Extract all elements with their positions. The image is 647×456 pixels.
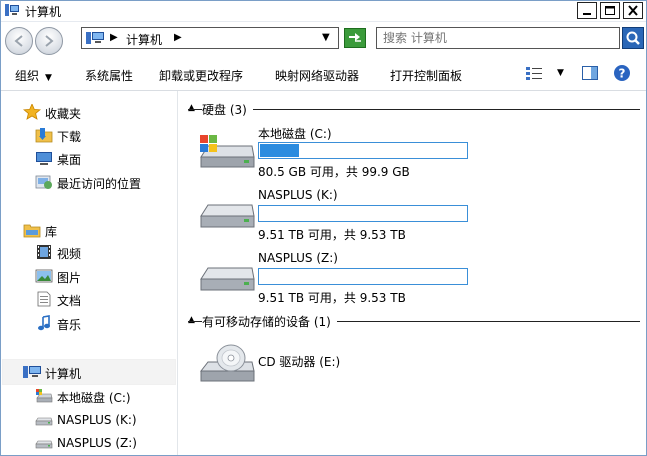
- organize-menu[interactable]: 组织 ▼: [15, 67, 52, 84]
- search-box[interactable]: [376, 27, 620, 49]
- computer-icon: [23, 366, 41, 378]
- drive-item-cd[interactable]: CD 驱动器 (E:): [198, 339, 498, 395]
- help-button[interactable]: ?: [613, 64, 631, 85]
- nav-label: 本地磁盘 (C:): [57, 391, 131, 405]
- uninstall-program-button[interactable]: 卸载或更改程序: [159, 67, 243, 84]
- system-properties-button[interactable]: 系统属性: [85, 67, 133, 84]
- arrow-right-icon: [45, 35, 54, 47]
- address-row: ▶ 计算机 ▶ ▼: [1, 22, 646, 58]
- view-options-button[interactable]: [525, 65, 543, 84]
- close-icon: [628, 5, 638, 16]
- navigation-pane: 收藏夹 下载 桌面 最近访问的位置 库 视频 图片 文档 音乐 计算机 本地磁盘…: [1, 91, 178, 455]
- content-pane: ▲ 硬盘 (3) 本地磁盘 (C:) 80.5 GB 可用，共 99.9 GB: [178, 91, 646, 455]
- group-title: 有可移动存储的设备 (1): [202, 313, 337, 330]
- drive-space-info: 9.51 TB 可用，共 9.53 TB: [258, 291, 406, 305]
- preview-pane-button[interactable]: [581, 65, 599, 84]
- network-drive-icon: [35, 440, 53, 449]
- nav-label: NASPLUS (K:): [57, 413, 137, 427]
- computer-icon: [86, 32, 104, 44]
- network-drive-icon: [200, 204, 255, 228]
- cd-drive-icon: [199, 344, 255, 382]
- window-title: 计算机: [25, 5, 62, 19]
- help-icon: ?: [614, 65, 630, 81]
- view-options-dropdown[interactable]: ▼: [557, 68, 564, 78]
- network-drive-icon: [35, 417, 53, 426]
- search-icon: [626, 31, 640, 45]
- address-history-dropdown[interactable]: ▼: [322, 32, 330, 43]
- drive-item-c[interactable]: 本地磁盘 (C:) 80.5 GB 可用，共 99.9 GB: [198, 125, 498, 181]
- map-network-drive-button[interactable]: 映射网络驱动器: [275, 67, 359, 84]
- drive-name: 本地磁盘 (C:): [258, 127, 332, 141]
- forward-button[interactable]: [35, 27, 63, 55]
- search-input[interactable]: [383, 30, 613, 46]
- video-icon: [37, 245, 51, 259]
- maximize-button[interactable]: [600, 2, 620, 19]
- nav-label: 视频: [57, 247, 82, 261]
- collapse-caret-icon[interactable]: ▲: [188, 315, 195, 325]
- refresh-button[interactable]: [344, 28, 366, 48]
- music-note-icon: [38, 315, 50, 331]
- view-list-icon: [526, 67, 542, 80]
- desktop-icon: [36, 152, 52, 165]
- chevron-down-icon: ▼: [45, 73, 52, 83]
- library-folder-icon: [23, 224, 41, 238]
- drive-item-k[interactable]: NASPLUS (K:) 9.51 TB 可用，共 9.53 TB: [198, 188, 498, 244]
- open-control-panel-button[interactable]: 打开控制面板: [390, 67, 462, 84]
- usage-fill: [260, 144, 299, 157]
- group-header-hard-disks[interactable]: ▲ 硬盘 (3): [188, 101, 640, 118]
- drive-item-z[interactable]: NASPLUS (Z:) 9.51 TB 可用，共 9.53 TB: [198, 251, 498, 307]
- drive-usage-bar: [258, 268, 468, 285]
- star-icon: [23, 104, 41, 120]
- group-divider: [188, 109, 640, 110]
- system-drive-icon: [200, 135, 255, 168]
- recent-places-icon: [35, 175, 52, 189]
- nav-label: 音乐: [57, 318, 82, 332]
- command-bar: 组织 ▼ 系统属性 卸载或更改程序 映射网络驱动器 打开控制面板 ▼ ?: [1, 59, 646, 91]
- group-title: 硬盘 (3): [202, 101, 253, 118]
- refresh-icon: [349, 33, 361, 42]
- nav-label: 计算机: [45, 367, 82, 381]
- drive-usage-bar: [258, 205, 468, 222]
- drive-name: NASPLUS (Z:): [258, 251, 338, 265]
- maximize-icon: [605, 6, 615, 15]
- nav-label: 下载: [57, 130, 82, 144]
- drive-usage-bar: [258, 142, 468, 159]
- title-bar[interactable]: 计算机: [1, 1, 646, 22]
- minimize-button[interactable]: [577, 2, 597, 19]
- organize-label: 组织: [15, 69, 40, 83]
- drive-name: NASPLUS (K:): [258, 188, 338, 202]
- drive-space-info: 80.5 GB 可用，共 99.9 GB: [258, 165, 410, 179]
- collapse-caret-icon[interactable]: ▲: [188, 103, 195, 113]
- svg-text:?: ?: [619, 67, 626, 81]
- search-button[interactable]: [622, 27, 644, 49]
- drive-name: CD 驱动器 (E:): [258, 355, 341, 369]
- back-button[interactable]: [5, 27, 33, 55]
- breadcrumb-location[interactable]: 计算机: [126, 31, 162, 48]
- nav-label: 最近访问的位置: [57, 177, 142, 191]
- system-drive-icon: [36, 389, 53, 403]
- nav-label: 文档: [57, 294, 82, 308]
- nav-label: NASPLUS (Z:): [57, 436, 137, 450]
- picture-icon: [35, 269, 53, 283]
- address-bar[interactable]: ▶ 计算机 ▶ ▼: [81, 27, 339, 49]
- downloads-folder-icon: [35, 128, 53, 143]
- drive-space-info: 9.51 TB 可用，共 9.53 TB: [258, 228, 406, 242]
- arrow-left-icon: [14, 35, 23, 47]
- network-drive-icon: [200, 267, 255, 291]
- nav-label: 收藏夹: [45, 107, 82, 121]
- breadcrumb-chevron-icon[interactable]: ▶: [110, 32, 118, 43]
- close-button[interactable]: [623, 2, 643, 19]
- preview-pane-icon: [582, 66, 598, 80]
- nav-label: 桌面: [57, 153, 82, 167]
- minimize-icon: [583, 13, 591, 15]
- explorer-window: 计算机 ▶ 计算机 ▶ ▼ 搜索 计算机 组织 ▼ 系统属性 卸载或更改程序 映…: [0, 0, 647, 456]
- document-icon: [37, 291, 51, 307]
- nav-label: 图片: [57, 271, 82, 285]
- breadcrumb-chevron-icon[interactable]: ▶: [174, 32, 182, 43]
- nav-label: 库: [45, 225, 58, 239]
- computer-icon: [5, 4, 19, 16]
- group-header-removable[interactable]: ▲ 有可移动存储的设备 (1): [188, 313, 640, 330]
